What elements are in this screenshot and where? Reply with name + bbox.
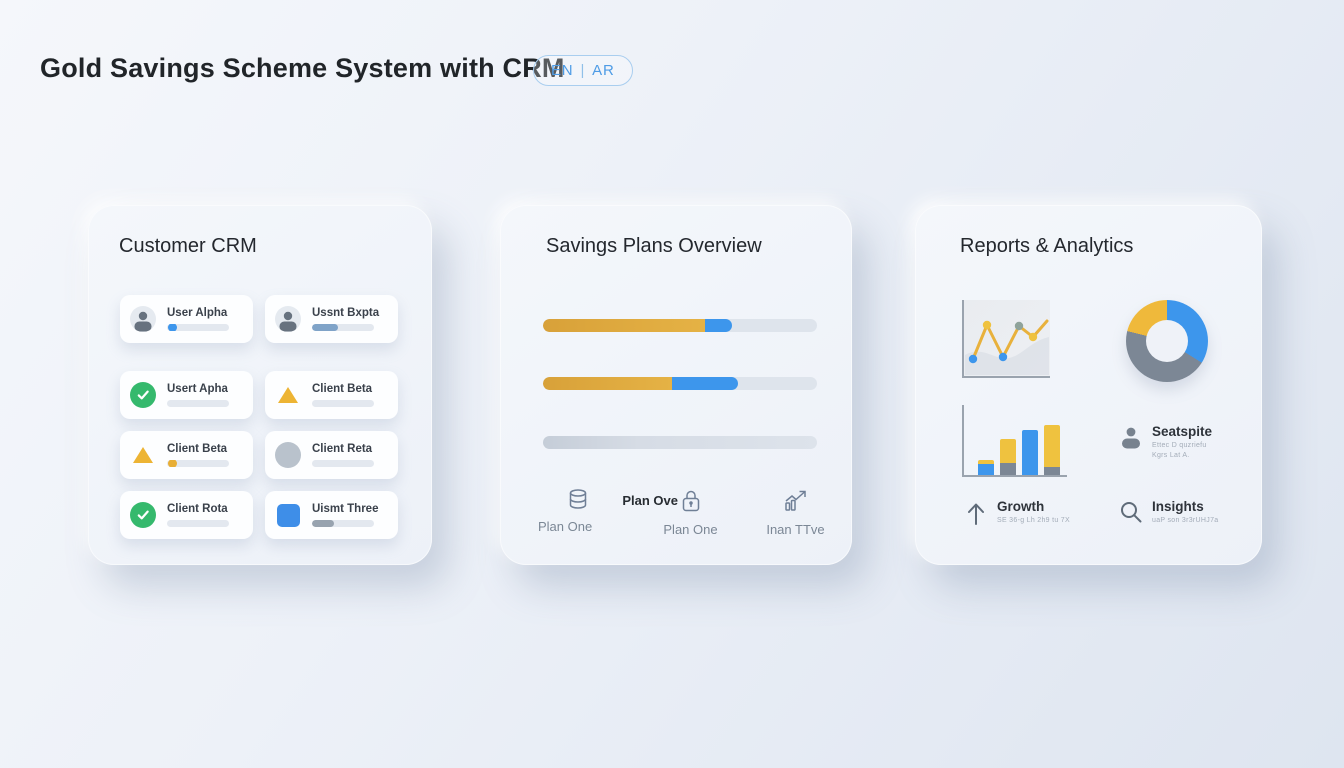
mini-progress bbox=[167, 324, 229, 331]
lang-en[interactable]: EN bbox=[551, 62, 573, 79]
magnifier-icon bbox=[1118, 499, 1144, 525]
crm-tile-label: Ussnt Bxpta bbox=[312, 307, 379, 319]
insights-subtext: uaP son 3r3rUHJ7a bbox=[1152, 517, 1218, 524]
plan-two-caption: Plan One bbox=[638, 522, 743, 537]
crm-tile[interactable]: User Alpha bbox=[120, 295, 253, 343]
crm-tile-label: Client Beta bbox=[167, 443, 229, 455]
blue-progress-segment bbox=[705, 319, 732, 332]
crm-tile-grid: User Alpha Ussnt Bxpta Usert Apha Client Be… bbox=[120, 295, 400, 540]
crm-tile-label: Usert Apha bbox=[167, 383, 229, 395]
savings-card-title: Savings Plans Overview bbox=[546, 235, 762, 258]
bar-chart-bar bbox=[978, 460, 994, 475]
plan-progress-bar-2 bbox=[543, 377, 817, 390]
crm-tile-label: Client Reta bbox=[312, 443, 374, 455]
crm-tile[interactable]: Ussnt Bxpta bbox=[265, 295, 398, 343]
report-item-insights[interactable]: Insights uaP son 3r3rUHJ7a bbox=[1118, 499, 1258, 539]
savings-plans-card: Savings Plans Overview Plan Ove Plan One… bbox=[500, 205, 852, 565]
mini-progress bbox=[312, 324, 374, 331]
check-icon bbox=[130, 502, 156, 528]
crm-tile[interactable]: Client Beta bbox=[120, 431, 253, 479]
reports-card-title: Reports & Analytics bbox=[960, 235, 1133, 258]
profile-subtext-1: Ettec D quzriefu bbox=[1152, 442, 1212, 449]
lang-ar[interactable]: AR bbox=[592, 62, 614, 79]
mini-progress bbox=[312, 460, 374, 467]
avatar-icon bbox=[275, 306, 301, 332]
donut-hole bbox=[1146, 320, 1188, 362]
insights-title: Insights bbox=[1152, 499, 1218, 514]
crm-tile[interactable]: Usert Apha bbox=[120, 371, 253, 419]
donut-chart bbox=[1126, 300, 1208, 382]
crm-tile-label: Uismt Three bbox=[312, 503, 378, 515]
mini-progress bbox=[167, 460, 229, 467]
square-icon bbox=[277, 504, 300, 527]
crm-tile-label: Client Rota bbox=[167, 503, 229, 515]
gold-progress-segment bbox=[543, 319, 705, 332]
plan-three-caption: Inan TTve bbox=[743, 522, 848, 537]
customer-crm-card: Customer CRM User Alpha Ussnt Bxpta Usert … bbox=[88, 205, 432, 565]
plan-item-two[interactable]: Plan One bbox=[638, 488, 743, 537]
crm-tile[interactable]: Client Beta bbox=[265, 371, 398, 419]
mini-progress bbox=[312, 520, 374, 527]
crm-tile-label: Client Beta bbox=[312, 383, 374, 395]
plan-item-three[interactable]: Inan TTve bbox=[743, 488, 848, 537]
plan-progress-bar-1 bbox=[543, 319, 817, 332]
gold-progress-segment bbox=[543, 377, 672, 390]
language-toggle[interactable]: EN | AR bbox=[533, 55, 633, 86]
report-item-profile[interactable]: Seatspite Ettec D quzriefu Kgrs Lat A. bbox=[1118, 424, 1248, 469]
growth-title: Growth bbox=[997, 499, 1070, 514]
profile-title: Seatspite bbox=[1152, 424, 1212, 439]
report-item-growth[interactable]: Growth SE 36-g Lh 2h9 tu 7X bbox=[963, 499, 1103, 539]
bar-chart bbox=[962, 405, 1067, 477]
crm-tile-label: User Alpha bbox=[167, 307, 229, 319]
mini-progress bbox=[167, 400, 229, 407]
plan-progress-bar-3 bbox=[543, 436, 817, 449]
coins-icon bbox=[567, 488, 589, 512]
person-icon bbox=[1118, 424, 1144, 450]
mini-progress bbox=[167, 520, 229, 527]
warning-triangle-icon bbox=[133, 447, 153, 463]
mini-progress bbox=[312, 400, 374, 407]
crm-tile[interactable]: Client Reta bbox=[265, 431, 398, 479]
blue-progress-segment bbox=[672, 377, 738, 390]
trend-up-icon bbox=[783, 488, 809, 514]
circle-icon bbox=[275, 442, 301, 468]
growth-subtext: SE 36-g Lh 2h9 tu 7X bbox=[997, 517, 1070, 524]
crm-tile[interactable]: Client Rota bbox=[120, 491, 253, 539]
warning-triangle-icon bbox=[278, 387, 298, 403]
bar-chart-bar bbox=[1000, 439, 1016, 475]
profile-subtext-2: Kgrs Lat A. bbox=[1152, 452, 1212, 459]
crm-card-title: Customer CRM bbox=[119, 235, 257, 258]
lang-separator: | bbox=[580, 62, 585, 79]
lock-icon bbox=[679, 488, 703, 514]
bar-chart-bar bbox=[1044, 425, 1060, 475]
line-chart bbox=[962, 300, 1050, 378]
check-icon bbox=[130, 382, 156, 408]
bar-chart-bar bbox=[1022, 430, 1038, 475]
page-title: Gold Savings Scheme System with CRM bbox=[40, 53, 565, 84]
arrow-up-icon bbox=[963, 499, 989, 527]
crm-tile[interactable]: Uismt Three bbox=[265, 491, 398, 539]
avatar-icon bbox=[130, 306, 156, 332]
reports-analytics-card: Reports & Analytics Seatspite Ettec D qu… bbox=[915, 205, 1262, 565]
